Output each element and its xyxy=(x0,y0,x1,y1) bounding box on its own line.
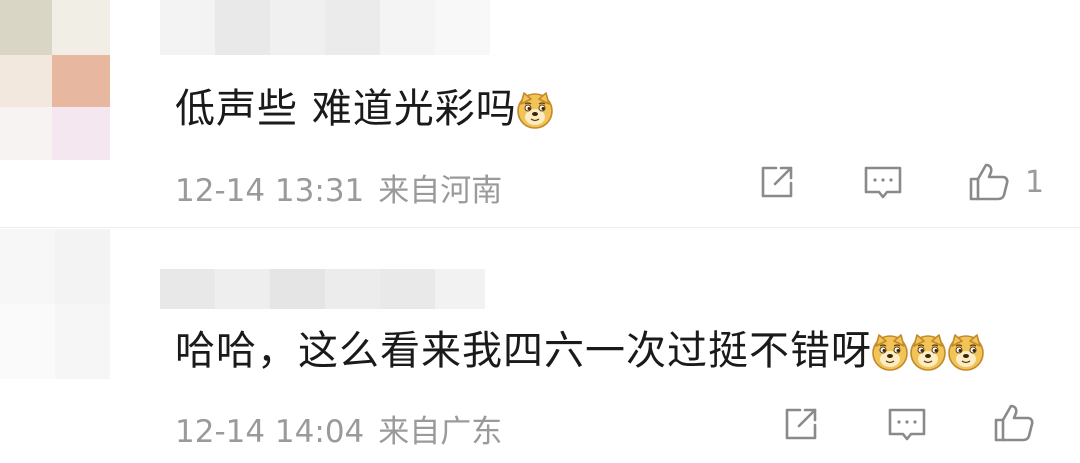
comment-text: 哈哈，这么看来我四六一次过挺不错呀 xyxy=(175,318,986,376)
like-button[interactable]: 1 xyxy=(967,160,1044,204)
doge-emoji xyxy=(870,332,910,372)
doge-emoji xyxy=(908,332,948,372)
share-icon xyxy=(757,162,797,202)
divider xyxy=(0,227,1080,228)
like-button[interactable] xyxy=(992,401,1050,445)
comment-icon xyxy=(862,163,904,203)
comment-text: 低声些 难道光彩吗 xyxy=(175,76,555,134)
reply-button[interactable] xyxy=(862,163,904,203)
comment-item: 哈哈，这么看来我四六一次过挺不错呀 12-14 14:04 来自广东 xyxy=(0,229,1080,463)
thumbs-up-icon xyxy=(967,160,1011,204)
username-blurred[interactable] xyxy=(160,269,485,309)
reply-button[interactable] xyxy=(886,405,928,445)
like-count: 1 xyxy=(1025,164,1045,200)
comment-meta: 12-14 13:31 来自河南 xyxy=(175,165,502,210)
avatar[interactable] xyxy=(0,229,110,379)
doge-emoji xyxy=(515,90,555,130)
comment-meta: 12-14 14:04 来自广东 xyxy=(175,406,502,451)
avatar[interactable] xyxy=(0,0,110,160)
comment-icon xyxy=(886,405,928,445)
comment-item: 低声些 难道光彩吗 12-14 13:31 来自河南 1 xyxy=(0,0,1080,228)
comment-location: 来自广东 xyxy=(378,414,503,450)
thumbs-up-icon xyxy=(992,401,1036,445)
doge-emoji xyxy=(946,332,986,372)
comment-location: 来自河南 xyxy=(378,173,503,209)
share-button[interactable] xyxy=(781,404,821,444)
comment-time: 12-14 13:31 xyxy=(175,173,365,209)
share-button[interactable] xyxy=(757,162,797,202)
username-blurred[interactable] xyxy=(160,0,490,55)
share-icon xyxy=(781,404,821,444)
comment-time: 12-14 14:04 xyxy=(175,414,365,450)
